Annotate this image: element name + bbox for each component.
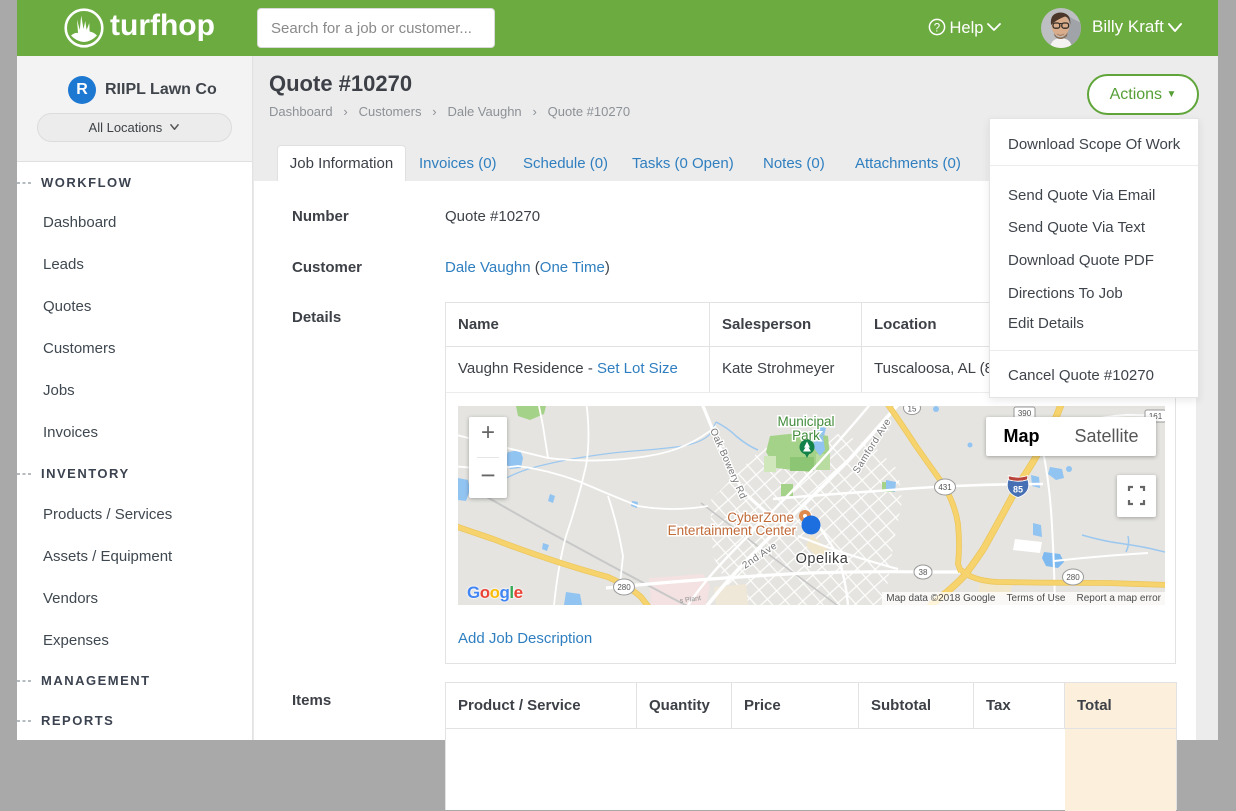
- svg-text:15: 15: [908, 406, 917, 414]
- svg-text:?: ?: [934, 23, 940, 35]
- svg-text:Municipal: Municipal: [777, 414, 834, 429]
- svg-text:431: 431: [938, 483, 952, 492]
- svg-text:280: 280: [1066, 573, 1080, 582]
- svg-text:85: 85: [1013, 485, 1023, 495]
- svg-text:Opelika: Opelika: [796, 551, 849, 567]
- svg-text:280: 280: [617, 583, 631, 592]
- svg-text:Help: Help: [950, 19, 984, 37]
- svg-text:Entertainment Center: Entertainment Center: [668, 523, 797, 538]
- svg-text:38: 38: [919, 568, 928, 577]
